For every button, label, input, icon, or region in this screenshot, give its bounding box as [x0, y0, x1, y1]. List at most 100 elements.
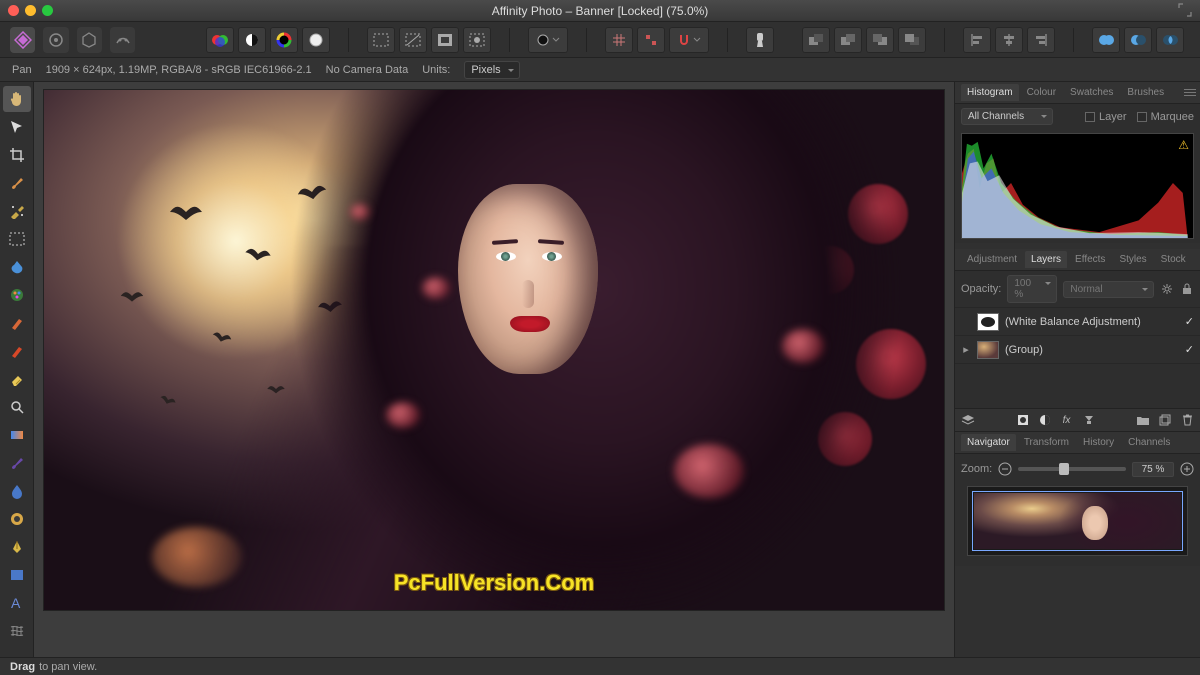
paint-mixer-tool[interactable]: [3, 282, 31, 308]
persona-liquify[interactable]: [43, 27, 68, 53]
move-back-icon[interactable]: [802, 27, 830, 53]
grid-icon[interactable]: [605, 27, 633, 53]
mask-icon[interactable]: [1016, 413, 1030, 427]
smudge-tool[interactable]: [3, 450, 31, 476]
pixel-grid-icon[interactable]: [637, 27, 665, 53]
add-shapes-icon[interactable]: [1092, 27, 1120, 53]
layers-icon[interactable]: [961, 413, 975, 427]
minimize-window-button[interactable]: [25, 5, 36, 16]
subtract-shapes-icon[interactable]: [1124, 27, 1152, 53]
selection-none-icon[interactable]: [399, 27, 427, 53]
navigator-panel: Zoom: 75 %: [955, 454, 1200, 566]
blend-mode-dropdown[interactable]: Normal: [1063, 281, 1154, 298]
burn-tool[interactable]: [3, 338, 31, 364]
quick-mask-dropdown[interactable]: [528, 27, 568, 53]
crop-tool[interactable]: [3, 142, 31, 168]
align-left-icon[interactable]: [963, 27, 991, 53]
channels-dropdown[interactable]: All Channels: [961, 108, 1053, 125]
active-tool-label: Pan: [12, 64, 32, 76]
healing-tool[interactable]: [3, 198, 31, 224]
tab-channels[interactable]: Channels: [1122, 434, 1176, 451]
tab-brushes[interactable]: Brushes: [1121, 84, 1170, 101]
zoom-slider[interactable]: [1018, 467, 1126, 471]
soft-proof-icon[interactable]: [302, 27, 330, 53]
layer-row[interactable]: (White Balance Adjustment) ✓: [955, 308, 1200, 336]
back-one-icon[interactable]: [834, 27, 862, 53]
layer-name: (White Balance Adjustment): [1005, 316, 1141, 328]
tab-transform[interactable]: Transform: [1018, 434, 1075, 451]
tab-layers[interactable]: Layers: [1025, 251, 1067, 268]
merge-icon[interactable]: [1082, 413, 1096, 427]
assistant-icon[interactable]: [746, 27, 774, 53]
maximize-window-button[interactable]: [42, 5, 53, 16]
panel-menu-icon[interactable]: [1184, 87, 1196, 97]
zoom-tool[interactable]: [3, 394, 31, 420]
opacity-field[interactable]: 100 %: [1007, 275, 1057, 303]
clone-tool[interactable]: [3, 310, 31, 336]
blur-tool[interactable]: [3, 478, 31, 504]
eraser-tool[interactable]: [3, 366, 31, 392]
pen-tool[interactable]: [3, 534, 31, 560]
zoom-out-icon[interactable]: [998, 462, 1012, 476]
flood-select-tool[interactable]: [3, 254, 31, 280]
rectangle-tool[interactable]: [3, 562, 31, 588]
fullscreen-icon[interactable]: [1178, 3, 1192, 17]
mesh-warp-tool[interactable]: [3, 618, 31, 644]
forward-one-icon[interactable]: [866, 27, 894, 53]
gradient-tool[interactable]: [3, 422, 31, 448]
marquee-tool[interactable]: [3, 226, 31, 252]
tab-histogram[interactable]: Histogram: [961, 84, 1019, 101]
lock-icon[interactable]: [1180, 282, 1194, 296]
move-front-icon[interactable]: [898, 27, 926, 53]
bw-toggle-icon[interactable]: [238, 27, 266, 53]
tab-history[interactable]: History: [1077, 434, 1120, 451]
marquee-checkbox[interactable]: Marquee: [1137, 111, 1194, 123]
units-dropdown[interactable]: Pixels: [464, 61, 519, 79]
persona-photo[interactable]: [10, 27, 35, 53]
text-tool[interactable]: A: [3, 590, 31, 616]
arrange-group: [796, 27, 932, 53]
align-right-icon[interactable]: [1027, 27, 1055, 53]
canvas-viewport[interactable]: PcFullVersion.Com: [34, 82, 954, 657]
gear-icon[interactable]: [1160, 282, 1174, 296]
snapping-dropdown[interactable]: [669, 27, 709, 53]
dodge-tool[interactable]: [3, 506, 31, 532]
layer-checkbox[interactable]: Layer: [1085, 111, 1127, 123]
zoom-in-icon[interactable]: [1180, 462, 1194, 476]
tab-adjustment[interactable]: Adjustment: [961, 251, 1023, 268]
adjustment-icon[interactable]: [1038, 413, 1052, 427]
duplicate-icon[interactable]: [1158, 413, 1172, 427]
tab-navigator[interactable]: Navigator: [961, 434, 1016, 451]
navigator-viewport-rect[interactable]: [972, 491, 1183, 551]
folder-icon[interactable]: [1136, 413, 1150, 427]
paintbrush-tool[interactable]: [3, 170, 31, 196]
intersect-shapes-icon[interactable]: [1156, 27, 1184, 53]
status-hint-strong: Drag: [10, 661, 35, 673]
trash-icon[interactable]: [1180, 413, 1194, 427]
persona-tonemap[interactable]: [110, 27, 135, 53]
hand-tool[interactable]: [3, 86, 31, 112]
move-tool[interactable]: [3, 114, 31, 140]
close-window-button[interactable]: [8, 5, 19, 16]
zoom-value-field[interactable]: 75 %: [1132, 462, 1174, 477]
color-wheel-icon[interactable]: [270, 27, 298, 53]
navigator-preview[interactable]: [967, 486, 1188, 556]
document-canvas[interactable]: PcFullVersion.Com: [44, 90, 944, 610]
rgb-toggle-icon[interactable]: [206, 27, 234, 53]
tab-effects[interactable]: Effects: [1069, 251, 1111, 268]
tab-colour[interactable]: Colour: [1021, 84, 1062, 101]
expand-arrow-icon[interactable]: ▸: [961, 343, 971, 357]
align-group: [957, 27, 1061, 53]
fx-icon[interactable]: fx: [1060, 413, 1074, 427]
persona-develop[interactable]: [77, 27, 102, 53]
tab-stock[interactable]: Stock: [1155, 251, 1192, 268]
tab-swatches[interactable]: Swatches: [1064, 84, 1119, 101]
selection-invert-icon[interactable]: [431, 27, 459, 53]
selection-refine-icon[interactable]: [463, 27, 491, 53]
visibility-check-icon[interactable]: ✓: [1185, 343, 1194, 356]
layer-row[interactable]: ▸ (Group) ✓: [955, 336, 1200, 364]
selection-all-icon[interactable]: [367, 27, 395, 53]
visibility-check-icon[interactable]: ✓: [1185, 315, 1194, 328]
align-center-icon[interactable]: [995, 27, 1023, 53]
tab-styles[interactable]: Styles: [1113, 251, 1152, 268]
